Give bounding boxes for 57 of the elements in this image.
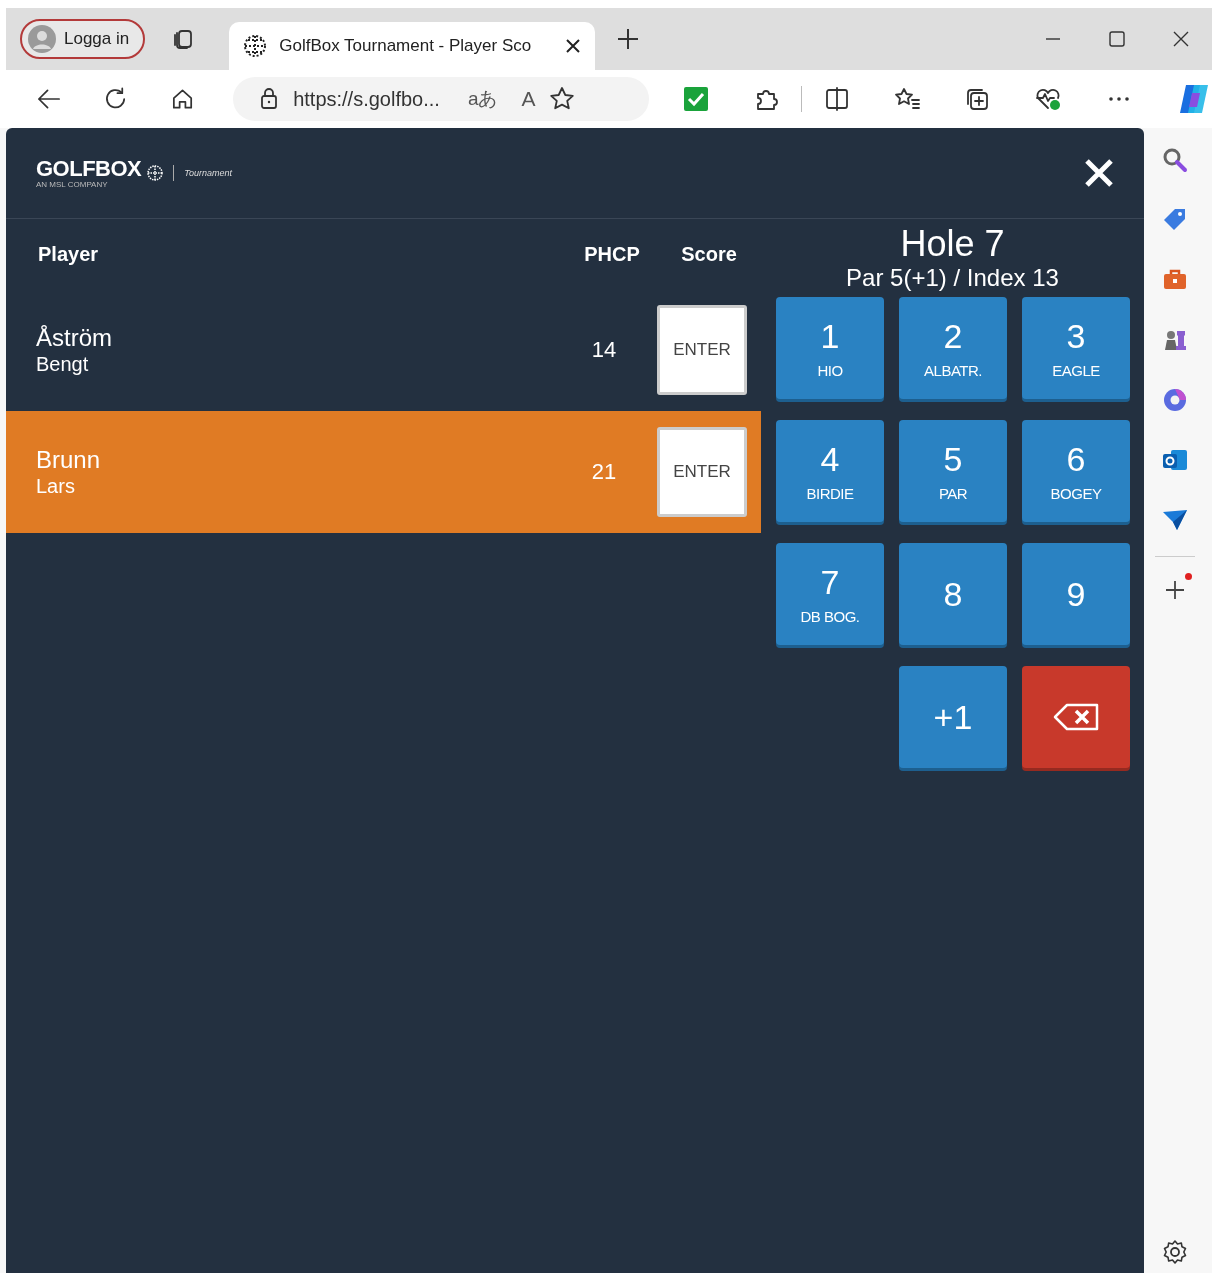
back-arrow-icon[interactable] xyxy=(36,86,62,112)
column-header: PHCP xyxy=(583,242,641,266)
keypad-key[interactable]: 4 BIRDIE xyxy=(776,420,884,522)
keypad-key[interactable]: 9 xyxy=(1022,543,1130,645)
handicap-value: 14 xyxy=(590,337,618,363)
keypad-key[interactable]: +1 xyxy=(899,666,1007,768)
url-text: https://s.golfbo... xyxy=(293,87,440,111)
column-header: Player xyxy=(37,242,100,266)
keypad-key[interactable]: 3 EAGLE xyxy=(1022,297,1130,399)
hole-details: Par 5(+1) / Index 13 xyxy=(846,265,1059,291)
new-tab-icon[interactable] xyxy=(617,28,640,50)
search-icon[interactable] xyxy=(1161,146,1189,174)
close-icon xyxy=(1084,158,1114,188)
column-header: Score xyxy=(680,242,738,266)
keypad-key[interactable]: 1 HIO xyxy=(776,297,884,399)
lock-icon xyxy=(259,88,280,110)
translate-icon[interactable]: aあ xyxy=(467,86,498,112)
settings-icon[interactable] xyxy=(1162,1239,1188,1265)
keypad-key[interactable]: 8 xyxy=(899,543,1007,645)
ring-logo-icon[interactable] xyxy=(1161,386,1189,414)
avatar-icon xyxy=(28,25,56,53)
notification-dot xyxy=(1185,573,1192,580)
player-row[interactable]: Brunn Lars 21 ENTER xyxy=(6,411,761,533)
handicap-value: 21 xyxy=(590,459,618,485)
browser-tab[interactable]: GolfBox Tournament - Player Sco xyxy=(229,22,596,70)
maximize-icon[interactable] xyxy=(1108,30,1126,48)
hole-title: Hole 7 xyxy=(900,223,1005,265)
split-screen-icon[interactable] xyxy=(824,86,850,112)
read-aloud-icon[interactable]: A xyxy=(521,87,536,111)
backspace-button[interactable] xyxy=(1022,666,1130,768)
checkbox-icon[interactable] xyxy=(683,86,709,112)
star-icon[interactable] xyxy=(549,86,576,112)
backspace-icon xyxy=(1053,703,1099,731)
health-icon[interactable] xyxy=(1034,86,1062,112)
logo-wordmark: GOLFBOX xyxy=(36,157,142,180)
logo-tagline: AN MSL COMPANY xyxy=(36,179,109,189)
keypad-key[interactable]: 7 DB BOG. xyxy=(776,543,884,645)
address-bar[interactable]: https://s.golfbo... aあ A xyxy=(233,77,649,121)
keypad-key[interactable]: 2 ALBATR. xyxy=(899,297,1007,399)
player-row[interactable]: Åström Bengt 14 ENTER xyxy=(6,289,761,411)
close-icon[interactable] xyxy=(565,38,582,54)
tab-title: GolfBox Tournament - Player Sco xyxy=(279,36,533,56)
enter-score-button[interactable]: ENTER xyxy=(657,427,747,517)
close-icon[interactable] xyxy=(1172,30,1190,48)
player-last-name: Brunn xyxy=(36,446,102,474)
player-first-name: Lars xyxy=(36,474,76,498)
player-last-name: Åström xyxy=(36,324,113,352)
favorites-icon[interactable] xyxy=(894,86,920,112)
keypad-key[interactable]: 6 BOGEY xyxy=(1022,420,1130,522)
add-icon[interactable] xyxy=(1164,579,1186,601)
logo-product: Tournament xyxy=(184,168,232,178)
profile-button[interactable]: Logga in xyxy=(20,19,146,59)
keypad-key[interactable]: 5 PAR xyxy=(899,420,1007,522)
close-button[interactable] xyxy=(1084,158,1114,188)
player-first-name: Bengt xyxy=(36,352,90,376)
collections-icon[interactable] xyxy=(964,86,990,112)
enter-score-button[interactable]: ENTER xyxy=(657,305,747,395)
